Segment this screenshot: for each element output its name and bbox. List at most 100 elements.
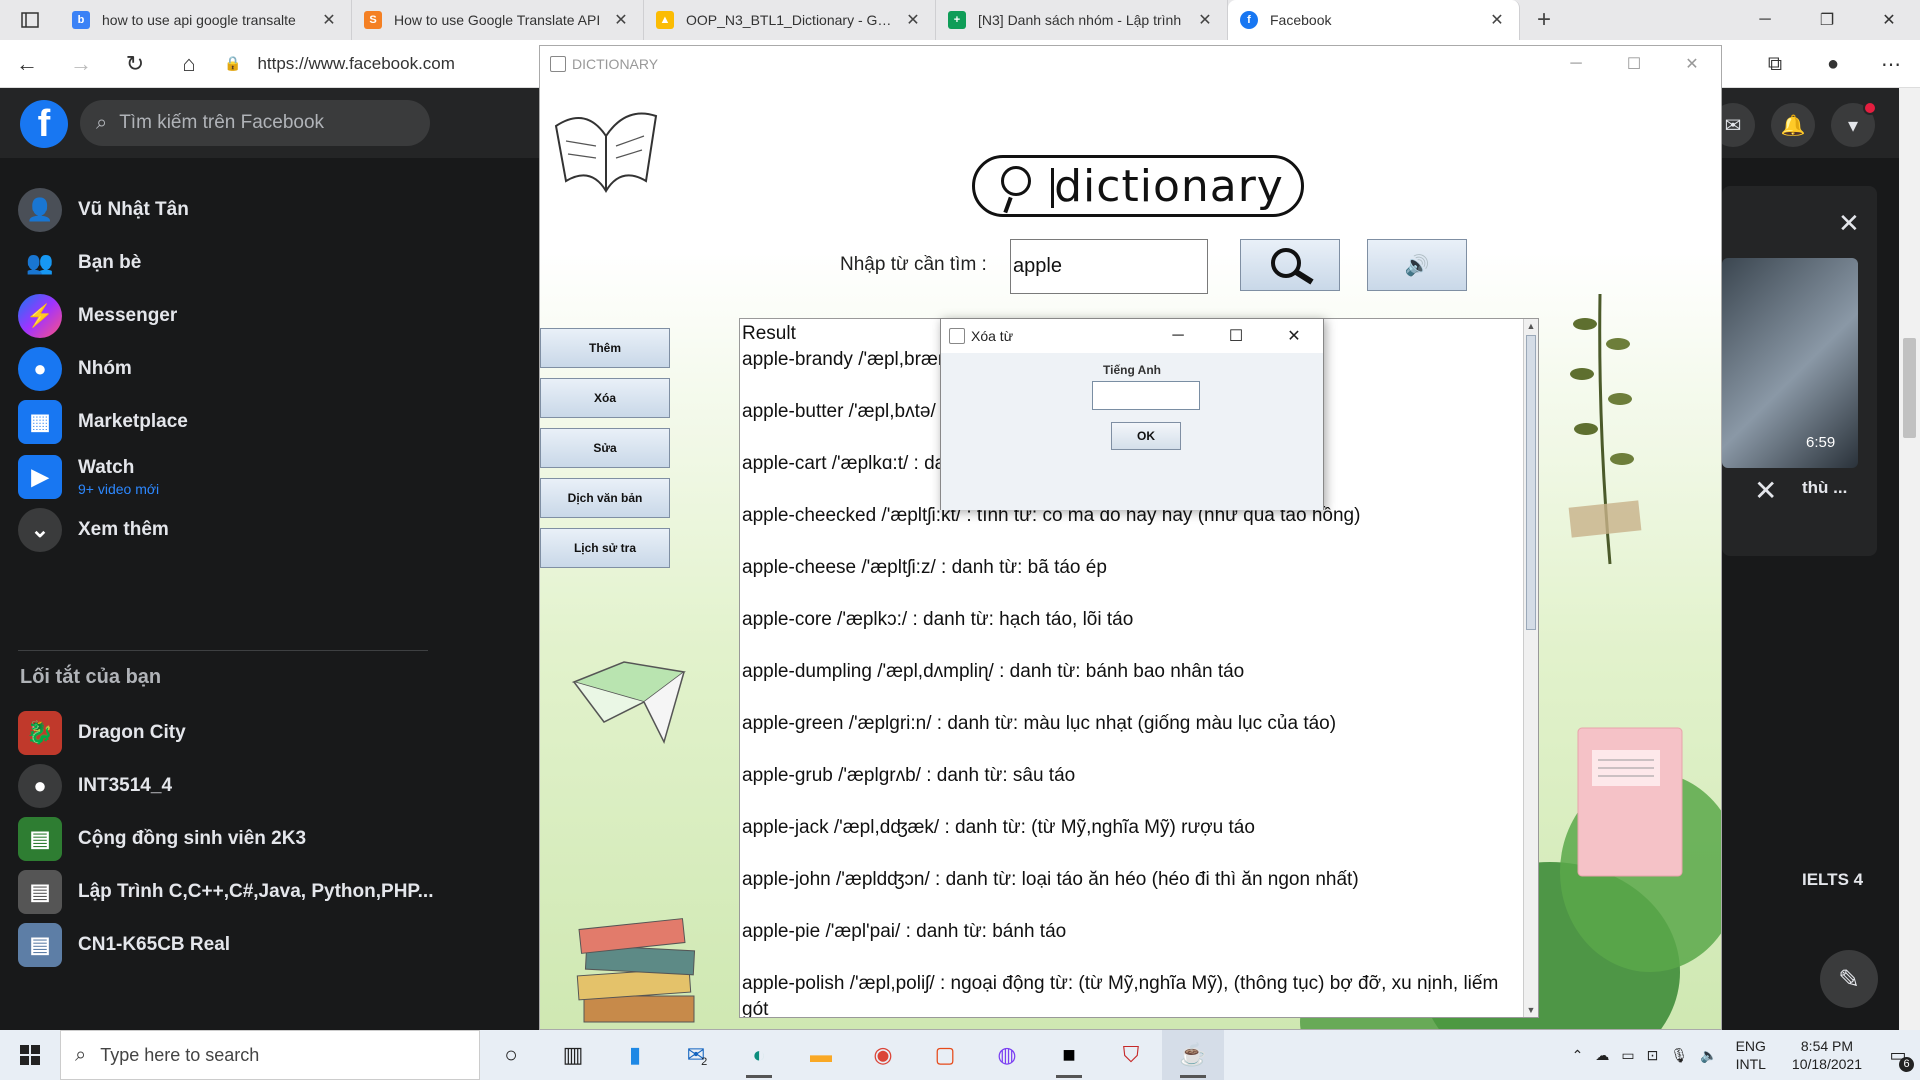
edge-icon: ◐ <box>752 1042 766 1067</box>
account-button[interactable]: ▾ <box>1831 101 1877 147</box>
maximize-icon[interactable]: ☐ <box>1605 46 1663 82</box>
browser-tab-active[interactable]: f Facebook ✕ <box>1228 0 1520 40</box>
minimize-icon[interactable]: ─ <box>1734 0 1796 40</box>
tab-close-icon[interactable]: ✕ <box>903 10 923 30</box>
taskbar-app-mcafee[interactable]: ⛉ <box>1100 1030 1162 1080</box>
scrollbar-thumb[interactable] <box>1526 335 1536 630</box>
english-word-input[interactable] <box>1092 381 1200 410</box>
close-icon[interactable]: ✕ <box>1265 319 1323 353</box>
cortana-button[interactable]: ○ <box>480 1030 542 1080</box>
close-icon[interactable]: ✕ <box>1858 0 1920 40</box>
windows-logo-icon <box>20 1045 40 1065</box>
page-scrollbar[interactable] <box>1899 88 1920 1030</box>
battery-icon[interactable]: ▭ <box>1615 1047 1640 1064</box>
sidebar-item-profile[interactable]: 👤 Vũ Nhật Tân <box>18 182 189 238</box>
taskbar-app-office[interactable]: ▢ <box>914 1030 976 1080</box>
sidebar-item-watch[interactable]: ▶ Watch 9+ video mới <box>18 447 159 507</box>
tab-actions-button[interactable] <box>0 0 60 40</box>
collections-icon[interactable]: ⧉ <box>1746 53 1804 76</box>
back-button[interactable]: ← <box>0 40 54 88</box>
shortcut-item[interactable]: ▤ CN1-K65CB Real <box>18 917 230 973</box>
facebook-logo-icon[interactable]: f <box>20 100 68 148</box>
scroll-up-icon[interactable]: ▲ <box>1524 319 1538 333</box>
sidebar-item-friends[interactable]: 👥 Bạn bè <box>18 235 141 291</box>
browser-tab[interactable]: S How to use Google Translate API ✕ <box>352 0 644 40</box>
tab-close-icon[interactable]: ✕ <box>319 10 339 30</box>
translate-text-button[interactable]: Dịch văn bản <box>540 478 670 518</box>
sidebar-item-messenger[interactable]: ⚡ Messenger <box>18 288 177 344</box>
home-button[interactable]: ⌂ <box>162 40 216 88</box>
sidebar-item-label: Xem thêm <box>78 519 169 540</box>
maximize-icon[interactable]: ☐ <box>1207 319 1265 353</box>
profile-avatar: 👤 <box>18 188 62 232</box>
network-icon[interactable]: ⊡ <box>1641 1047 1665 1064</box>
search-button[interactable] <box>1240 239 1340 291</box>
scrollbar-thumb[interactable] <box>1903 338 1916 438</box>
history-button[interactable]: Lịch sử tra <box>540 528 670 568</box>
shortcut-item[interactable]: ▤ Cộng đồng sinh viên 2K3 <box>18 811 306 867</box>
edit-word-button[interactable]: Sửa <box>540 428 670 468</box>
taskbar-app-mail[interactable]: ✉ 2 <box>666 1030 728 1080</box>
close-icon[interactable]: ✕ <box>1754 474 1777 507</box>
taskbar-app[interactable]: ▮ <box>604 1030 666 1080</box>
shortcut-item[interactable]: 🐉 Dragon City <box>18 705 186 761</box>
sidebar-item-marketplace[interactable]: ▦ Marketplace <box>18 394 188 450</box>
maximize-icon[interactable]: ❐ <box>1796 0 1858 40</box>
tab-close-icon[interactable]: ✕ <box>1195 10 1215 30</box>
volume-icon[interactable]: 🔈 <box>1694 1047 1723 1064</box>
address-field[interactable]: 🔒 https://www.facebook.com <box>224 47 455 81</box>
scroll-down-icon[interactable]: ▼ <box>1524 1003 1538 1017</box>
dictionary-titlebar: DICTIONARY ─ ☐ ✕ <box>540 46 1721 82</box>
microphone-icon[interactable]: 🎙 <box>1664 1047 1694 1064</box>
onedrive-icon[interactable]: ☁ <box>1589 1047 1615 1064</box>
tab-close-icon[interactable]: ✕ <box>1487 10 1507 30</box>
task-view-button[interactable]: ▥ <box>542 1030 604 1080</box>
taskbar-app-explorer[interactable]: ▬ <box>790 1030 852 1080</box>
browser-tab[interactable]: b how to use api google transalte ✕ <box>60 0 352 40</box>
notification-center-button[interactable]: ▭ 6 <box>1876 1030 1920 1080</box>
taskbar-app-chrome[interactable]: ◉ <box>852 1030 914 1080</box>
close-icon[interactable]: ✕ <box>1663 46 1721 82</box>
notifications-button[interactable]: 🔔 <box>1771 103 1815 147</box>
pronounce-button[interactable]: 🔊 <box>1367 239 1467 291</box>
shortcut-item[interactable]: ● INT3514_4 <box>18 758 172 814</box>
new-tab-button[interactable]: + <box>1520 0 1568 40</box>
chevron-up-icon[interactable]: ⌃ <box>1566 1047 1590 1064</box>
delete-word-button[interactable]: Xóa <box>540 378 670 418</box>
taskbar-search-input[interactable]: ⌕ Type here to search <box>60 1030 480 1080</box>
taskbar-app-intellij[interactable]: ■ <box>1038 1030 1100 1080</box>
result-scrollbar[interactable]: ▲ ▼ <box>1523 319 1538 1017</box>
clock[interactable]: 8:54 PM 10/18/2021 <box>1778 1037 1876 1073</box>
minimize-icon[interactable]: ─ <box>1547 46 1605 82</box>
java-app-icon <box>550 56 566 72</box>
sidebar-item-see-more[interactable]: ⌄ Xem thêm <box>18 502 169 558</box>
reload-button[interactable]: ↻ <box>108 40 162 88</box>
tab-close-icon[interactable]: ✕ <box>611 10 631 30</box>
minimize-icon[interactable]: ─ <box>1149 319 1207 353</box>
shortcut-item[interactable]: ▤ Lập Trình C,C++,C#,Java, Python,PHP... <box>18 864 433 920</box>
start-button[interactable] <box>0 1030 60 1080</box>
google-drive-favicon-icon: ▲ <box>656 11 674 29</box>
taskbar-app-java[interactable]: ☕ <box>1162 1030 1224 1080</box>
video-thumbnail[interactable] <box>1722 258 1858 468</box>
browser-tab[interactable]: ▲ OOP_N3_BTL1_Dictionary - Goog ✕ <box>644 0 936 40</box>
language-indicator[interactable]: ENG INTL <box>1724 1037 1778 1073</box>
forward-button[interactable]: → <box>54 40 108 88</box>
word-search-input[interactable] <box>1010 239 1208 294</box>
facebook-search-input[interactable]: ⌕ Tìm kiếm trên Facebook <box>80 100 430 146</box>
magnifier-icon <box>1271 248 1314 285</box>
browser-tab[interactable]: + [N3] Danh sách nhóm - Lập trình ✕ <box>936 0 1228 40</box>
profile-icon[interactable]: ● <box>1804 53 1862 76</box>
dialog-body: Tiếng Anh OK <box>941 353 1323 510</box>
taskbar-app-edge[interactable]: ◐ <box>728 1030 790 1080</box>
facebook-left-sidebar: 👤 Vũ Nhật Tân 👥 Bạn bè ⚡ Messenger ● Nhó… <box>0 158 440 1030</box>
new-message-button[interactable]: ✎ <box>1820 950 1878 1008</box>
close-icon[interactable]: ✕ <box>1838 208 1860 239</box>
sidebar-item-groups[interactable]: ● Nhóm <box>18 341 132 397</box>
taskbar-app-messenger[interactable]: ◍ <box>976 1030 1038 1080</box>
add-word-button[interactable]: Thêm <box>540 328 670 368</box>
ok-button[interactable]: OK <box>1111 422 1181 450</box>
more-options-icon[interactable]: ⋯ <box>1862 52 1920 77</box>
facebook-favicon-icon: f <box>1240 11 1258 29</box>
group-thumb-icon: ▤ <box>18 817 62 861</box>
